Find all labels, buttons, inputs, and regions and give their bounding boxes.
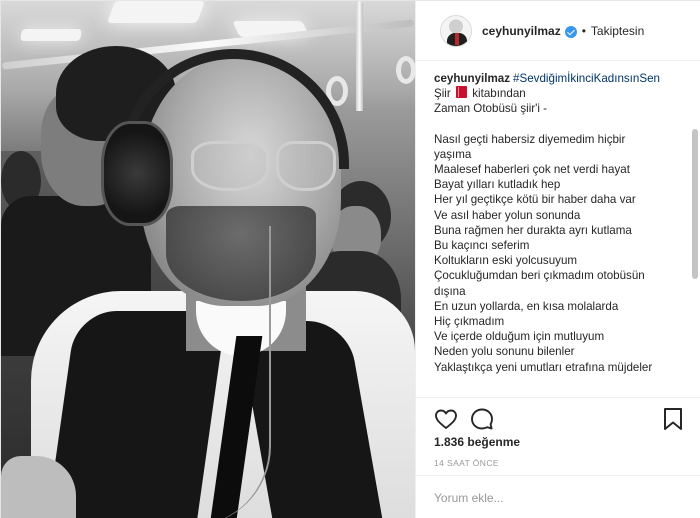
comment-section (416, 475, 700, 518)
action-bar (416, 397, 700, 437)
caption-hashtag[interactable]: #SevdiğimİkinciKadınsınSen (513, 72, 660, 85)
poem-line: Bu kaçıncı seferim (434, 239, 530, 253)
caption-gap (434, 117, 686, 132)
comment-input[interactable] (434, 489, 684, 507)
red-book-emoji (455, 86, 467, 99)
verified-badge-icon (564, 25, 577, 38)
post-time: 14 SAAT ÖNCE (434, 458, 499, 468)
post-header: ceyhunyilmaz • Takiptesin (416, 1, 700, 61)
like-count[interactable]: 1.836 beğenme (434, 435, 520, 449)
poem-line: Maalesef haberleri çok net verdi hayat (434, 163, 630, 177)
headphone-cable (121, 226, 271, 518)
caption-text: Şiir (434, 87, 451, 101)
post-side-panel: ceyhunyilmaz • Takiptesin ceyhunyilmaz #S… (415, 1, 700, 518)
caption-first-line: ceyhunyilmaz #SevdiğimİkinciKadınsınSen (434, 71, 686, 86)
avatar-tie (455, 32, 459, 45)
poem-lines: Nasıl geçti habersiz diyemedim hiçbir yaş… (434, 132, 686, 375)
poem-line: En uzun yollarda, en kısa molalarda (434, 299, 619, 313)
ceiling-light (19, 29, 83, 41)
hand-strap (396, 56, 415, 84)
poem-line: Buna rağmen her durakta ayrı kutlama (434, 223, 632, 237)
poem-line: Bayat yılları kutladık hep (434, 178, 561, 192)
caption-text: kitabından (472, 87, 526, 101)
poem-line: Her yıl geçtikçe kötü bir haber daha var (434, 193, 636, 207)
header-username[interactable]: ceyhunyilmaz (482, 24, 561, 38)
poem-line: Ve asıl haber yolun sonunda (434, 208, 581, 222)
poem-line: Ve içerde olduğum için mutluyum (434, 330, 605, 344)
poem-line: Çocukluğumdan beri çıkmadım otobüsün (434, 269, 645, 283)
comment-icon[interactable] (470, 407, 494, 431)
poem-line: Nasıl geçti habersiz diyemedim hiçbir (434, 132, 626, 146)
poem-line: Koltukların eski yolcusuyum (434, 254, 578, 268)
post-caption: ceyhunyilmaz #SevdiğimİkinciKadınsınSen Ş… (416, 61, 700, 397)
poem-line: Hiç çıkmadım (434, 315, 505, 329)
avatar[interactable] (440, 14, 472, 47)
poem-line: dışına (434, 284, 466, 298)
poem-line: Neden yolu sonunu bilenler (434, 345, 575, 359)
caption-title-line: Zaman Otobüsü şiir'i - (434, 102, 548, 116)
handrail-pole (356, 1, 363, 121)
bookmark-icon[interactable] (662, 407, 684, 431)
ceiling-light (106, 1, 206, 23)
poem-line: yaşıma (434, 147, 472, 161)
post-photo[interactable] (1, 1, 415, 518)
caption-username[interactable]: ceyhunyilmaz (434, 72, 510, 85)
separator-dot: • (581, 23, 586, 38)
heart-icon[interactable] (434, 407, 458, 431)
caption-book-line: Şiir kitabından (434, 86, 686, 101)
headphones (101, 121, 173, 226)
follow-status-button[interactable]: Takiptesin (591, 24, 644, 38)
caption-scrollbar[interactable] (692, 129, 698, 279)
instagram-post: ceyhunyilmaz • Takiptesin ceyhunyilmaz #S… (0, 0, 700, 518)
poem-line: Yaklaştıkça yeni umutları etrafına müjde… (434, 360, 653, 374)
